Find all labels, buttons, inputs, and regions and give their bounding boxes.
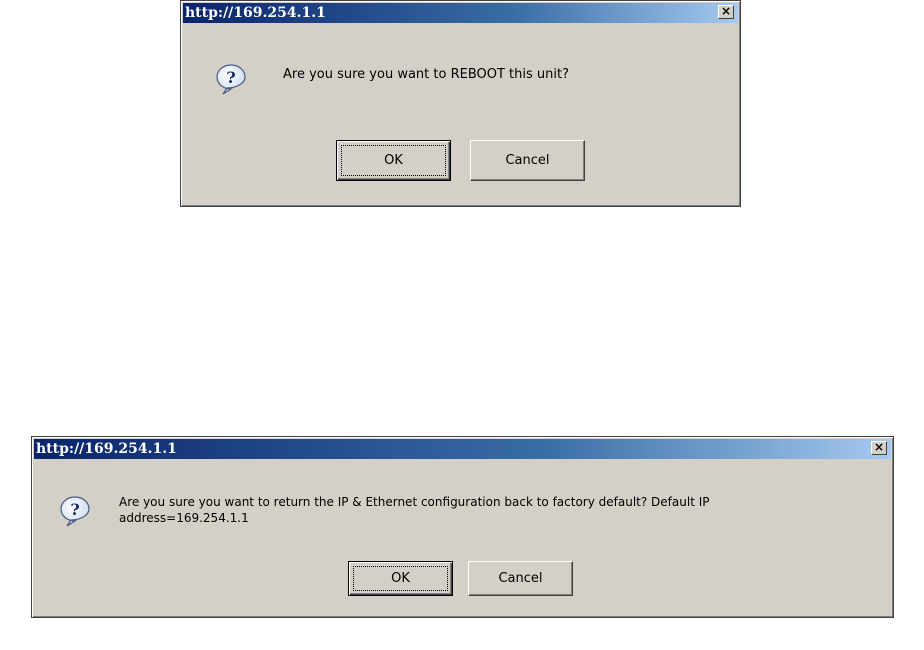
svg-text:?: ? (226, 68, 235, 87)
cancel-button-label: Cancel (498, 571, 543, 586)
ok-button[interactable]: OK (348, 561, 453, 596)
question-icon: ? (216, 64, 246, 95)
question-icon: ? (60, 496, 90, 527)
close-icon[interactable]: × (718, 5, 734, 19)
ok-button[interactable]: OK (336, 140, 451, 181)
reboot-confirm-dialog: http://169.254.1.1 × ? Are you sure you … (180, 0, 741, 207)
cancel-button-label: Cancel (505, 153, 550, 168)
focus-rect (353, 566, 448, 591)
svg-text:?: ? (70, 500, 79, 519)
dialog-titlebar[interactable]: http://169.254.1.1 × (34, 439, 891, 459)
dialog-title: http://169.254.1.1 (185, 5, 326, 21)
focus-rect (341, 145, 446, 176)
cancel-button[interactable]: Cancel (470, 140, 585, 181)
cancel-button[interactable]: Cancel (468, 561, 573, 596)
message-line-1: Are you sure you want to return the IP &… (119, 495, 710, 509)
dialog-message: Are you sure you want to return the IP &… (119, 494, 879, 526)
close-icon[interactable]: × (871, 441, 887, 455)
dialog-message: Are you sure you want to REBOOT this uni… (283, 67, 569, 82)
dialog-titlebar[interactable]: http://169.254.1.1 × (183, 3, 738, 23)
factory-default-confirm-dialog: http://169.254.1.1 × ? Are you sure you … (31, 436, 894, 618)
message-line-2: address=169.254.1.1 (119, 511, 249, 525)
dialog-title: http://169.254.1.1 (36, 441, 177, 457)
